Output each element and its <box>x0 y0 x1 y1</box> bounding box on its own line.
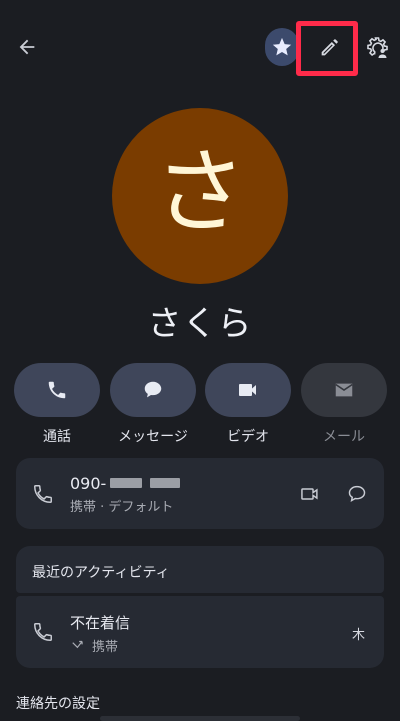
back-button[interactable] <box>10 30 44 64</box>
contact-settings-title: 連絡先の設定 <box>16 696 100 712</box>
mail-button <box>301 363 387 417</box>
arrow-left-icon <box>19 39 35 55</box>
missed-call-subtitle: 携帯 <box>92 640 119 655</box>
redacted-number-part <box>150 478 180 488</box>
activity-icon-wrap <box>30 619 56 645</box>
call-button[interactable] <box>14 363 100 417</box>
contact-settings-icon <box>367 37 388 58</box>
video-button[interactable] <box>205 363 291 417</box>
contact-avatar: さ <box>112 108 288 284</box>
chat-icon <box>144 381 162 398</box>
video-call-number-button[interactable] <box>296 480 324 508</box>
message-label: メッセージ <box>118 429 188 445</box>
phone-row-icon-wrap <box>30 481 56 507</box>
phone-icon <box>34 485 52 503</box>
mail-icon <box>335 383 353 397</box>
chat-icon <box>348 485 366 503</box>
call-label: 通話 <box>43 429 71 445</box>
missed-call-arrow-icon <box>72 640 83 649</box>
video-icon <box>239 384 256 396</box>
message-button[interactable] <box>110 363 196 417</box>
scroll-hint-bar <box>100 716 300 721</box>
favorite-button[interactable] <box>265 28 299 66</box>
message-number-button[interactable] <box>343 480 371 508</box>
recent-activity-title: 最近のアクティビティ <box>32 565 170 581</box>
edit-button[interactable] <box>307 32 351 64</box>
contact-name: さくら <box>147 304 253 344</box>
phone-number: 090- <box>70 474 106 493</box>
phone-number-prefix: 090- <box>70 474 107 493</box>
redacted-number-part <box>110 478 142 488</box>
phone-icon <box>34 623 52 641</box>
video-label: ビデオ <box>227 429 269 445</box>
phone-type: 携帯 · デフォルト <box>70 500 174 515</box>
mail-label: メール <box>323 429 365 445</box>
missed-call-day: 木 <box>352 628 366 643</box>
phone-card[interactable] <box>16 458 384 529</box>
phone-icon <box>48 381 66 399</box>
pencil-icon <box>321 39 338 56</box>
avatar-initial: さ <box>153 139 246 246</box>
contact-settings-button[interactable] <box>360 31 394 65</box>
star-icon <box>272 37 292 56</box>
missed-call-title: 不在着信 <box>70 614 131 632</box>
video-icon <box>301 488 318 500</box>
missed-call-icon-wrap <box>70 637 86 653</box>
